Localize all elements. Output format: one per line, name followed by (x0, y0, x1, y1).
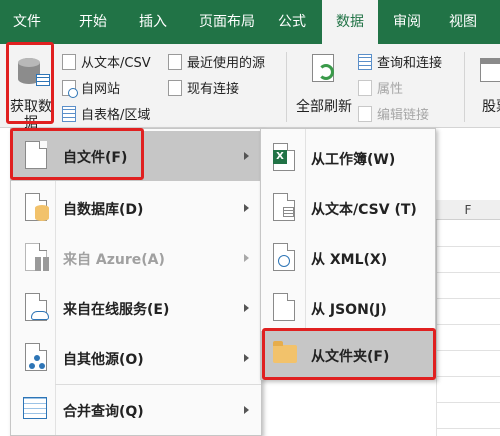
submenu-from-text-csv-label: 从文本/CSV (T) (311, 202, 417, 218)
existing-connections-button[interactable]: 现有连接 (168, 78, 239, 97)
properties-label: 属性 (377, 82, 404, 97)
tab-formulas[interactable]: 公式 (270, 0, 314, 44)
chevron-right-icon (244, 304, 249, 312)
refresh-all-label: 全部刷新 (296, 99, 352, 115)
get-data-menu: 自文件(F) 自数据库(D) 来自 Azure(A) 来自在线服务(E) 自其他… (10, 128, 262, 436)
chevron-right-icon (244, 152, 249, 160)
refresh-all-button[interactable]: 全部刷新 (292, 48, 356, 124)
recent-sources-button[interactable]: 最近使用的源 (168, 52, 265, 71)
menu-item-from-file[interactable]: 自文件(F) (11, 131, 261, 181)
menu-item-from-online-services[interactable]: 来自在线服务(E) (11, 283, 261, 333)
from-web-button[interactable]: 自网站 (62, 78, 121, 98)
gridline (436, 298, 500, 299)
group-separator-2 (464, 52, 465, 122)
recent-sources-icon (168, 53, 182, 70)
menu-item-from-database[interactable]: 自数据库(D) (11, 183, 261, 233)
submenu-item-from-workbook[interactable]: X 从工作簿(W) (261, 133, 435, 183)
recent-sources-label: 最近使用的源 (187, 56, 266, 71)
from-web-label: 自网站 (81, 82, 121, 97)
gridline (436, 376, 500, 377)
submenu-from-json-label: 从 JSON(J) (311, 302, 387, 318)
gridline (436, 272, 500, 273)
queries-connections-icon (358, 53, 372, 70)
database-icon (18, 54, 50, 86)
submenu-item-from-json[interactable]: 从 JSON(J) (261, 283, 435, 333)
submenu-from-workbook-label: 从工作簿(W) (311, 152, 396, 168)
tab-data[interactable]: 数据 (322, 0, 378, 44)
chevron-right-icon (244, 406, 249, 414)
existing-connections-label: 现有连接 (187, 82, 240, 97)
gridline (436, 324, 500, 325)
edit-links-icon (358, 105, 372, 122)
submenu-from-xml-label: 从 XML(X) (311, 252, 388, 268)
menu-item-combine-queries-label: 合并查询(Q) (63, 404, 144, 420)
ribbon-tab-bar: 文件 开始 插入 页面布局 公式 数据 审阅 视图 (0, 0, 500, 44)
refresh-icon (318, 64, 334, 80)
chevron-right-icon (244, 354, 249, 362)
menu-item-from-azure-label: 来自 Azure(A) (63, 252, 165, 268)
table-icon (62, 105, 76, 122)
gridline (436, 246, 500, 247)
menu-item-from-other-sources[interactable]: 自其他源(O) (11, 333, 261, 383)
gridline (436, 220, 437, 436)
group-separator (286, 52, 287, 122)
tab-file[interactable]: 文件 (0, 0, 54, 44)
properties-icon (358, 79, 372, 96)
tab-view[interactable]: 视图 (438, 0, 488, 44)
queries-connections-label: 查询和连接 (377, 56, 443, 71)
menu-item-from-azure[interactable]: 来自 Azure(A) (11, 233, 261, 283)
ribbon-data: 获取数 据 从文本/CSV 自网站 自表格/区域 最近使用的源 现有连接 全部刷… (0, 44, 500, 131)
from-text-csv-label: 从文本/CSV (81, 56, 151, 71)
menu-item-from-other-sources-label: 自其他源(O) (63, 352, 144, 368)
tab-insert[interactable]: 插入 (126, 0, 180, 44)
from-table-label: 自表格/区域 (81, 108, 151, 123)
stocks-label: 股票 (482, 99, 500, 115)
menu-item-from-file-label: 自文件(F) (63, 150, 128, 166)
edit-links-button[interactable]: 编辑链接 (358, 104, 429, 123)
text-file-icon (62, 53, 76, 70)
tab-page-layout[interactable]: 页面布局 (188, 0, 266, 44)
queries-connections-button[interactable]: 查询和连接 (358, 52, 442, 71)
submenu-from-folder-label: 从文件夹(F) (311, 349, 390, 365)
column-header-f[interactable]: F (436, 200, 500, 220)
from-text-csv-button[interactable]: 从文本/CSV (62, 52, 151, 71)
menu-item-from-database-label: 自数据库(D) (63, 202, 144, 218)
from-table-button[interactable]: 自表格/区域 (62, 104, 150, 123)
properties-button[interactable]: 属性 (358, 78, 403, 97)
menu-item-from-online-services-label: 来自在线服务(E) (63, 302, 170, 318)
chevron-right-icon (244, 204, 249, 212)
gridline (436, 402, 500, 403)
bank-icon (480, 58, 500, 82)
from-file-submenu: X 从工作簿(W) 从文本/CSV (T) 从 XML(X) 从 JSON(J)… (260, 128, 436, 380)
gridline (436, 428, 500, 429)
existing-connections-icon (168, 79, 182, 96)
submenu-item-from-xml[interactable]: 从 XML(X) (261, 233, 435, 283)
stocks-button[interactable]: 股票 (470, 48, 500, 124)
tab-review[interactable]: 审阅 (382, 0, 432, 44)
get-data-button[interactable]: 获取数 据 (6, 48, 56, 131)
submenu-item-from-text-csv[interactable]: 从文本/CSV (T) (261, 183, 435, 233)
menu-item-combine-queries[interactable]: 合并查询(Q) (11, 385, 261, 435)
submenu-item-from-folder[interactable]: 从文件夹(F) (261, 331, 435, 379)
gridline (436, 350, 500, 351)
chevron-right-icon (244, 254, 249, 262)
tab-home[interactable]: 开始 (66, 0, 120, 44)
web-icon (62, 79, 78, 98)
edit-links-label: 编辑链接 (377, 108, 430, 123)
